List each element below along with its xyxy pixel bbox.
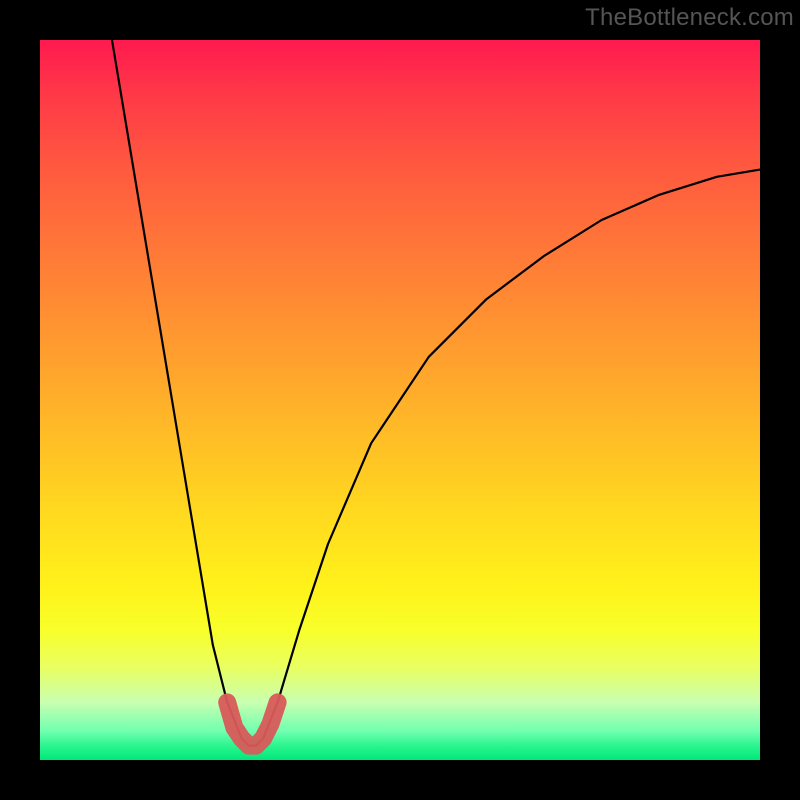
chart-frame: TheBottleneck.com [0,0,800,800]
optimal-zone-highlight-line [227,702,277,745]
bottleneck-curve-line [112,40,760,746]
watermark-text: TheBottleneck.com [585,4,794,32]
chart-overlay [40,40,760,760]
